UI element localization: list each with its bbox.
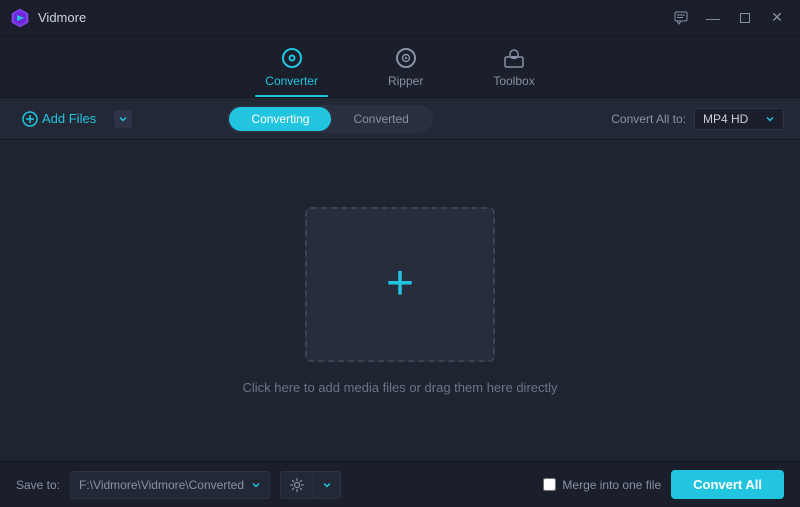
save-path-text: F:\Vidmore\Vidmore\Converted bbox=[79, 478, 244, 492]
add-files-button[interactable]: Add Files bbox=[16, 107, 102, 131]
maximize-button[interactable] bbox=[732, 9, 758, 27]
convert-all-button[interactable]: Convert All bbox=[671, 470, 784, 499]
plus-icon: + bbox=[386, 260, 414, 308]
settings-arrow-icon bbox=[322, 480, 332, 490]
close-button[interactable]: ✕ bbox=[764, 9, 790, 27]
settings-button[interactable] bbox=[280, 471, 341, 499]
ripper-icon bbox=[394, 46, 418, 70]
save-path-dropdown-icon bbox=[251, 480, 261, 490]
title-bar-controls: — ✕ bbox=[668, 9, 790, 27]
convert-all-to: Convert All to: MP4 HD bbox=[611, 108, 784, 130]
ripper-tab-label: Ripper bbox=[388, 74, 423, 88]
settings-gear[interactable] bbox=[280, 471, 314, 499]
toolbox-tab-label: Toolbox bbox=[493, 74, 534, 88]
sub-tabs: Converting Converted bbox=[227, 105, 432, 133]
add-files-label: Add Files bbox=[42, 111, 96, 126]
app-title: Vidmore bbox=[38, 10, 86, 25]
title-bar-left: Vidmore bbox=[10, 8, 86, 28]
save-path-box[interactable]: F:\Vidmore\Vidmore\Converted bbox=[70, 471, 270, 499]
nav-tab-converter[interactable]: Converter bbox=[255, 42, 328, 92]
settings-dropdown[interactable] bbox=[314, 471, 341, 499]
format-dropdown-icon bbox=[765, 114, 775, 124]
converter-tab-label: Converter bbox=[265, 74, 318, 88]
nav-bar: Converter Ripper Toolbox bbox=[0, 36, 800, 98]
sub-tab-converting[interactable]: Converting bbox=[229, 107, 331, 131]
merge-checkbox[interactable] bbox=[543, 478, 556, 491]
converter-icon bbox=[280, 46, 304, 70]
nav-tab-toolbox[interactable]: Toolbox bbox=[483, 42, 544, 92]
drop-hint: Click here to add media files or drag th… bbox=[242, 380, 557, 395]
bottom-bar: Save to: F:\Vidmore\Vidmore\Converted Me… bbox=[0, 461, 800, 507]
toolbar: Add Files Converting Converted Convert A… bbox=[0, 98, 800, 140]
sub-tab-converted[interactable]: Converted bbox=[331, 107, 430, 131]
comment-button[interactable] bbox=[668, 9, 694, 27]
minimize-button[interactable]: — bbox=[700, 9, 726, 27]
main-content: + Click here to add media files or drag … bbox=[0, 140, 800, 461]
merge-label[interactable]: Merge into one file bbox=[543, 478, 661, 492]
merge-text: Merge into one file bbox=[562, 478, 661, 492]
title-bar: Vidmore — ✕ bbox=[0, 0, 800, 36]
format-selected-text: MP4 HD bbox=[703, 112, 748, 126]
save-to-label: Save to: bbox=[16, 478, 60, 492]
toolbox-icon bbox=[502, 46, 526, 70]
convert-all-to-label: Convert All to: bbox=[611, 112, 686, 126]
nav-tab-ripper[interactable]: Ripper bbox=[378, 42, 433, 92]
app-logo-icon bbox=[10, 8, 30, 28]
drop-zone[interactable]: + bbox=[305, 207, 495, 362]
add-files-dropdown-arrow[interactable] bbox=[114, 110, 132, 128]
add-files-icon bbox=[22, 111, 38, 127]
gear-icon bbox=[289, 477, 305, 493]
format-selector[interactable]: MP4 HD bbox=[694, 108, 784, 130]
dropdown-arrow-icon bbox=[118, 114, 128, 124]
